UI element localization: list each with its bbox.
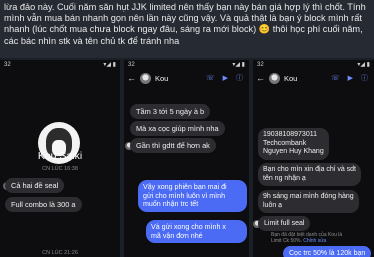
nickname-text: Limit Ck 50%. bbox=[271, 238, 302, 244]
message-incoming[interactable]: Limit full seal bbox=[258, 216, 311, 231]
message-incoming[interactable]: Bạn cho mìn xin địa chỉ và sdt tên ng nh… bbox=[258, 163, 361, 187]
post-line: mình vẫn mua bán nhanh gọn nên lần này c… bbox=[4, 13, 362, 24]
profile-name: Kou Saiki bbox=[37, 150, 83, 162]
post-text: lừa đảo này. Cuối năm săn hụt JJK limite… bbox=[0, 0, 374, 58]
post-line: lừa đảo này. Cuối năm săn hụt JJK limite… bbox=[4, 2, 366, 12]
message-line: muốn nhận trc tết bbox=[143, 200, 199, 209]
account-holder: Nguyen Huy Khang bbox=[263, 148, 324, 156]
message-outgoing[interactable]: Vậy xong phiên bạn mai đi gửi cho mình l… bbox=[138, 180, 247, 212]
message-bank-info[interactable]: 19038108973011 Techcombank Nguyen Huy Kh… bbox=[258, 128, 329, 160]
status-icons: ▾◢ ▮ bbox=[103, 62, 116, 68]
message-incoming[interactable]: Tầm 3 tới 5 ngày à b bbox=[130, 104, 211, 119]
system-notice: Bạn đã đặt biệt danh của Kou là Limit Ck… bbox=[271, 232, 342, 244]
message-outgoing[interactable]: Và gửi xong cho mình x mã vận đơn nhé bbox=[146, 220, 247, 244]
message-incoming[interactable]: Cả hai đề seal bbox=[5, 178, 65, 193]
call-video-info-icons[interactable]: ☏ ▶ ⓘ bbox=[206, 73, 246, 83]
call-video-info-icons[interactable]: ☏ ▶ ⓘ bbox=[331, 73, 371, 83]
timestamp: CN LÚC 16:38 bbox=[42, 166, 78, 172]
status-time: 32 bbox=[257, 62, 264, 68]
message-incoming[interactable]: Full combo là 300 a bbox=[5, 197, 82, 212]
message-line: tên ng nhận ạ bbox=[263, 174, 306, 182]
message-line: luôn ạ bbox=[263, 201, 283, 209]
status-bar: 32 ▾◢ ▮ bbox=[253, 60, 374, 70]
message-line: Vậy xong phiên bạn mai đi bbox=[143, 183, 227, 191]
message-line: Bạn cho mìn xin địa chỉ và sdt bbox=[263, 166, 356, 173]
status-bar: 32 ▾◢ ▮ bbox=[0, 60, 120, 70]
message-line: gửi cho mình luôn vì mình bbox=[143, 191, 226, 200]
timestamp: CN LÚC 21:26 bbox=[42, 250, 78, 256]
contact-name[interactable]: Kou bbox=[284, 74, 297, 83]
chat-header: ← Kou ☏ ▶ ⓘ bbox=[124, 70, 249, 86]
post-line: nhanh (lúc chốt mua chưa block ngay đâu,… bbox=[4, 24, 363, 35]
bank-name: Techcombank bbox=[263, 139, 307, 147]
screenshot-profile: 32 ▾◢ ▮ Kou Saiki CN LÚC 16:38 Cả hai đề… bbox=[0, 60, 120, 257]
status-bar: 32 ▾◢ ▮ bbox=[124, 60, 249, 70]
edit-link[interactable]: Chỉnh sửa bbox=[303, 238, 326, 244]
message-incoming[interactable]: 9h sáng mai mình đóng hàng luôn ạ bbox=[258, 190, 359, 214]
screenshot-chat-1: 32 ▾◢ ▮ ← Kou ☏ ▶ ⓘ Tầm 3 tới 5 ngày à b… bbox=[124, 60, 249, 257]
status-time: 32 bbox=[4, 62, 11, 68]
message-line: 9h sáng mai mình đóng hàng bbox=[263, 193, 354, 200]
screenshot-chat-2: 32 ▾◢ ▮ ← Kou ☏ ▶ ⓘ 19038108973011 Techc… bbox=[253, 60, 374, 257]
contact-name[interactable]: Kou bbox=[155, 74, 168, 83]
back-arrow-icon[interactable]: ← bbox=[127, 73, 136, 83]
message-line: mã vận đơn nhé bbox=[151, 231, 203, 240]
message-outgoing[interactable]: Cọc trc 50% là 120k bạn bbox=[283, 246, 372, 257]
status-time: 32 bbox=[128, 62, 135, 68]
avatar[interactable] bbox=[269, 72, 280, 84]
system-notice-line: Limit Ck 50%. Chỉnh sửa bbox=[271, 238, 342, 244]
back-arrow-icon[interactable]: ← bbox=[256, 73, 265, 83]
message-incoming[interactable]: Gần thì gdtt để hơn ak bbox=[130, 138, 216, 153]
message-incoming[interactable]: Mà xa cọc giúp mình nha bbox=[130, 121, 225, 136]
account-number: 19038108973011 bbox=[263, 131, 317, 138]
message-line: Và gửi xong cho mình x bbox=[151, 223, 226, 231]
status-icons: ▾◢ ▮ bbox=[232, 62, 245, 68]
chat-header: ← Kou ☏ ▶ ⓘ bbox=[253, 70, 374, 86]
status-icons: ▾◢ ▮ bbox=[357, 62, 370, 68]
post-line: các bác nhìn stk và tên chủ tk để tránh … bbox=[4, 35, 180, 46]
avatar[interactable] bbox=[140, 72, 151, 84]
